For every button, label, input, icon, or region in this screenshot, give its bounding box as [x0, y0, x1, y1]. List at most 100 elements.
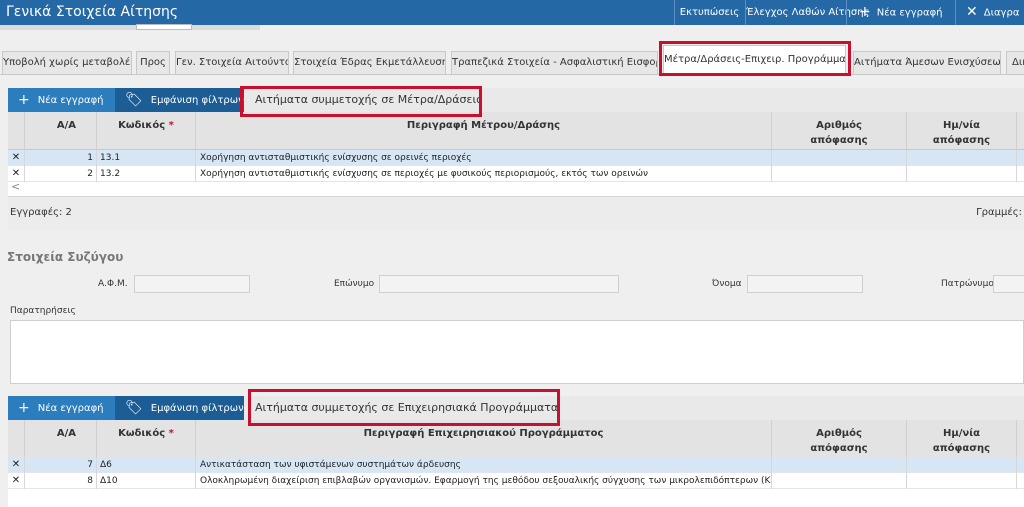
column-header-aa[interactable]: Α/Α — [25, 420, 97, 458]
delete-row-icon[interactable]: ✕ — [8, 457, 25, 473]
header-delete-label: Διαγρα — [983, 7, 1020, 19]
header-select-cell — [8, 420, 25, 458]
delete-row-icon[interactable]: ✕ — [8, 150, 25, 166]
cell-decision-date[interactable] — [907, 166, 1017, 182]
close-icon: ✕ — [966, 4, 978, 20]
rows-label: Γραμμές: — [976, 207, 1022, 218]
show-filters-label: Εμφάνιση φίλτρων — [150, 403, 244, 414]
grid-header: Α/Α Κωδικός * Περιγραφή Επιχειρησιακού Π… — [8, 420, 1024, 458]
grid-caption: Αιτήματα συμμετοχής σε Μέτρα/Δράσεις — [255, 93, 483, 106]
cell-decision-date[interactable] — [907, 473, 1017, 489]
cell-decision-number[interactable] — [772, 166, 907, 182]
cell-aa: 2 — [25, 166, 97, 182]
spouse-section-title: Στοιχεία Συζύγου — [7, 250, 124, 264]
tab-holding-seat[interactable]: Στοιχεία Έδρας Εκμετάλλευσης — [293, 51, 446, 75]
afm-field[interactable] — [134, 275, 250, 293]
grid-new-entry-button[interactable]: + Νέα εγγραφή — [8, 396, 115, 420]
cell-decision-number[interactable] — [772, 473, 907, 489]
table-row[interactable]: ✕ 2 13.2 Χορήγηση αντισταθμιστικής ενίσχ… — [8, 166, 1024, 182]
tab-bank-insurance[interactable]: Τραπεζικά Στοιχεία - Ασφαλιστική Εισφορά — [451, 51, 658, 75]
grid-new-entry-button[interactable]: + Νέα εγγραφή — [8, 88, 115, 112]
cell-decision-date[interactable] — [907, 150, 1017, 166]
cell-description: Χορήγηση αντισταθμιστικής ενίσχυσης σε π… — [196, 166, 772, 182]
decision-date-line2: απόφασης — [932, 443, 991, 454]
tag-icon: 🏷 — [125, 400, 143, 416]
patronymic-field[interactable] — [993, 275, 1024, 293]
column-header-description[interactable]: Περιγραφή Επιχειρησιακού Προγράμματος — [196, 420, 772, 458]
show-filters-label: Εμφάνιση φίλτρων — [150, 95, 244, 106]
delete-row-icon[interactable]: ✕ — [8, 473, 25, 489]
decision-number-line1: Αριθμός — [816, 428, 862, 439]
name-field[interactable] — [747, 275, 863, 293]
cell-aa: 7 — [25, 457, 97, 473]
measures-grid: + Νέα εγγραφή 🏷 Εμφάνιση φίλτρων Αιτήματα … — [8, 88, 1024, 230]
afm-label: Α.Φ.Μ. — [98, 279, 128, 289]
cell-decision-date[interactable] — [907, 457, 1017, 473]
column-header-decision-number[interactable]: Αριθμός απόφασης — [772, 112, 907, 150]
print-button[interactable]: Εκτυπώσεις — [674, 0, 744, 25]
cell-decision-number[interactable] — [772, 457, 907, 473]
partially-hidden-field — [136, 24, 192, 30]
application-window: Γενικά Στοιχεία Αίτησης Εκτυπώσεις Έλεγχ… — [0, 0, 1024, 507]
header-new-entry-button[interactable]: + Νέα εγγραφή — [846, 0, 954, 25]
required-marker: * — [168, 428, 174, 439]
cell-description: Ολοκληρωμένη διαχείριση επιβλαβών οργανι… — [196, 473, 772, 489]
table-row[interactable]: ✕ 7 Δ6 Αντικατάσταση των υφιστάμενων συσ… — [8, 457, 1024, 473]
tag-icon: 🏷 — [125, 92, 143, 108]
column-header-aa[interactable]: Α/Α — [25, 112, 97, 150]
grid-toolbar: + Νέα εγγραφή 🏷 Εμφάνιση φίλτρων Αιτήματα … — [8, 88, 1024, 112]
cell-aa: 1 — [25, 150, 97, 166]
horizontal-scrollbar[interactable]: < — [8, 180, 1024, 194]
notes-textarea[interactable] — [10, 320, 1024, 384]
grid-caption: Αιτήματα συμμετοχής σε Επιχειρησιακά Προ… — [255, 401, 559, 414]
tab-more[interactable]: Δικ — [1006, 51, 1024, 75]
decision-date-line1: Ημ/νία — [943, 428, 980, 439]
scroll-left-icon[interactable]: < — [11, 180, 20, 193]
tab-applicant-general[interactable]: Γεν. Στοιχεία Αιτούντα — [175, 51, 289, 75]
column-header-decision-number[interactable]: Αριθμός απόφασης — [772, 420, 907, 458]
surname-field[interactable] — [379, 275, 619, 293]
tab-to[interactable]: Προς — [136, 51, 170, 75]
partially-hidden-field-strip — [0, 24, 260, 30]
column-header-decision-date[interactable]: Ημ/νία απόφασης — [907, 420, 1017, 458]
column-header-code[interactable]: Κωδικός * — [97, 420, 196, 458]
cell-code: Δ10 — [97, 473, 196, 489]
table-row[interactable]: ✕ 1 13.1 Χορήγηση αντισταθμιστικής ενίσχ… — [8, 150, 1024, 166]
cell-decision-number[interactable] — [772, 150, 907, 166]
column-header-code-label: Κωδικός — [118, 120, 166, 131]
column-header-code[interactable]: Κωδικός * — [97, 112, 196, 150]
grid-new-entry-label: Νέα εγγραφή — [37, 95, 104, 106]
header-delete-button[interactable]: ✕ Διαγρα — [955, 0, 1024, 25]
patronymic-label: Πατρώνυμο — [941, 279, 994, 289]
decision-number-line2: απόφασης — [810, 443, 868, 454]
column-header-decision-date[interactable]: Ημ/νία απόφασης — [907, 112, 1017, 150]
tab-direct-payments[interactable]: Αιτήματα Άμεσων Ενισχύσεων — [853, 51, 1001, 75]
show-filters-button[interactable]: 🏷 Εμφάνιση φίλτρων — [115, 396, 244, 420]
cell-description: Χορήγηση αντισταθμιστικής ενίσχυσης σε ο… — [196, 150, 772, 166]
decision-number-line2: απόφασης — [810, 135, 868, 146]
grid-footer: Εγγραφές: 2 Γραμμές: — [8, 196, 1024, 230]
required-marker: * — [168, 120, 174, 131]
name-label: Όνομα — [712, 279, 742, 289]
show-filters-button[interactable]: 🏷 Εμφάνιση φίλτρων — [115, 88, 244, 112]
cell-code: Δ6 — [97, 457, 196, 473]
table-row[interactable]: ✕ 8 Δ10 Ολοκληρωμένη διαχείριση επιβλαβώ… — [8, 473, 1024, 489]
tab-bar: Υποβολή χωρίς μεταβολές Προς Γεν. Στοιχε… — [0, 45, 1024, 75]
surname-label: Επώνυμο — [334, 279, 375, 289]
cell-code: 13.2 — [97, 166, 196, 182]
header-new-entry-label: Νέα εγγραφή — [876, 7, 943, 19]
cell-code: 13.1 — [97, 150, 196, 166]
tab-submit-no-changes[interactable]: Υποβολή χωρίς μεταβολές — [2, 51, 132, 75]
grid-header: Α/Α Κωδικός * Περιγραφή Μέτρου/Δράσης Αρ… — [8, 112, 1024, 150]
header-select-cell — [8, 112, 25, 150]
check-errors-button[interactable]: Έλεγχος Λαθών Αίτησης — [745, 0, 869, 25]
column-header-code-label: Κωδικός — [118, 428, 166, 439]
grid-new-entry-label: Νέα εγγραφή — [37, 403, 104, 414]
column-header-description[interactable]: Περιγραφή Μέτρου/Δράσης — [196, 112, 772, 150]
record-count: Εγγραφές: 2 — [10, 207, 72, 218]
programs-grid: + Νέα εγγραφή 🏷 Εμφάνιση φίλτρων Αιτήματα … — [8, 396, 1024, 507]
plus-icon: + — [859, 4, 871, 20]
decision-date-line2: απόφασης — [932, 135, 991, 146]
cell-description: Αντικατάσταση των υφιστάμενων συστημάτων… — [196, 457, 772, 473]
tab-measures-programs[interactable]: Μέτρα/Δράσεις-Επιχειρ. Προγράμματα — [663, 45, 846, 75]
